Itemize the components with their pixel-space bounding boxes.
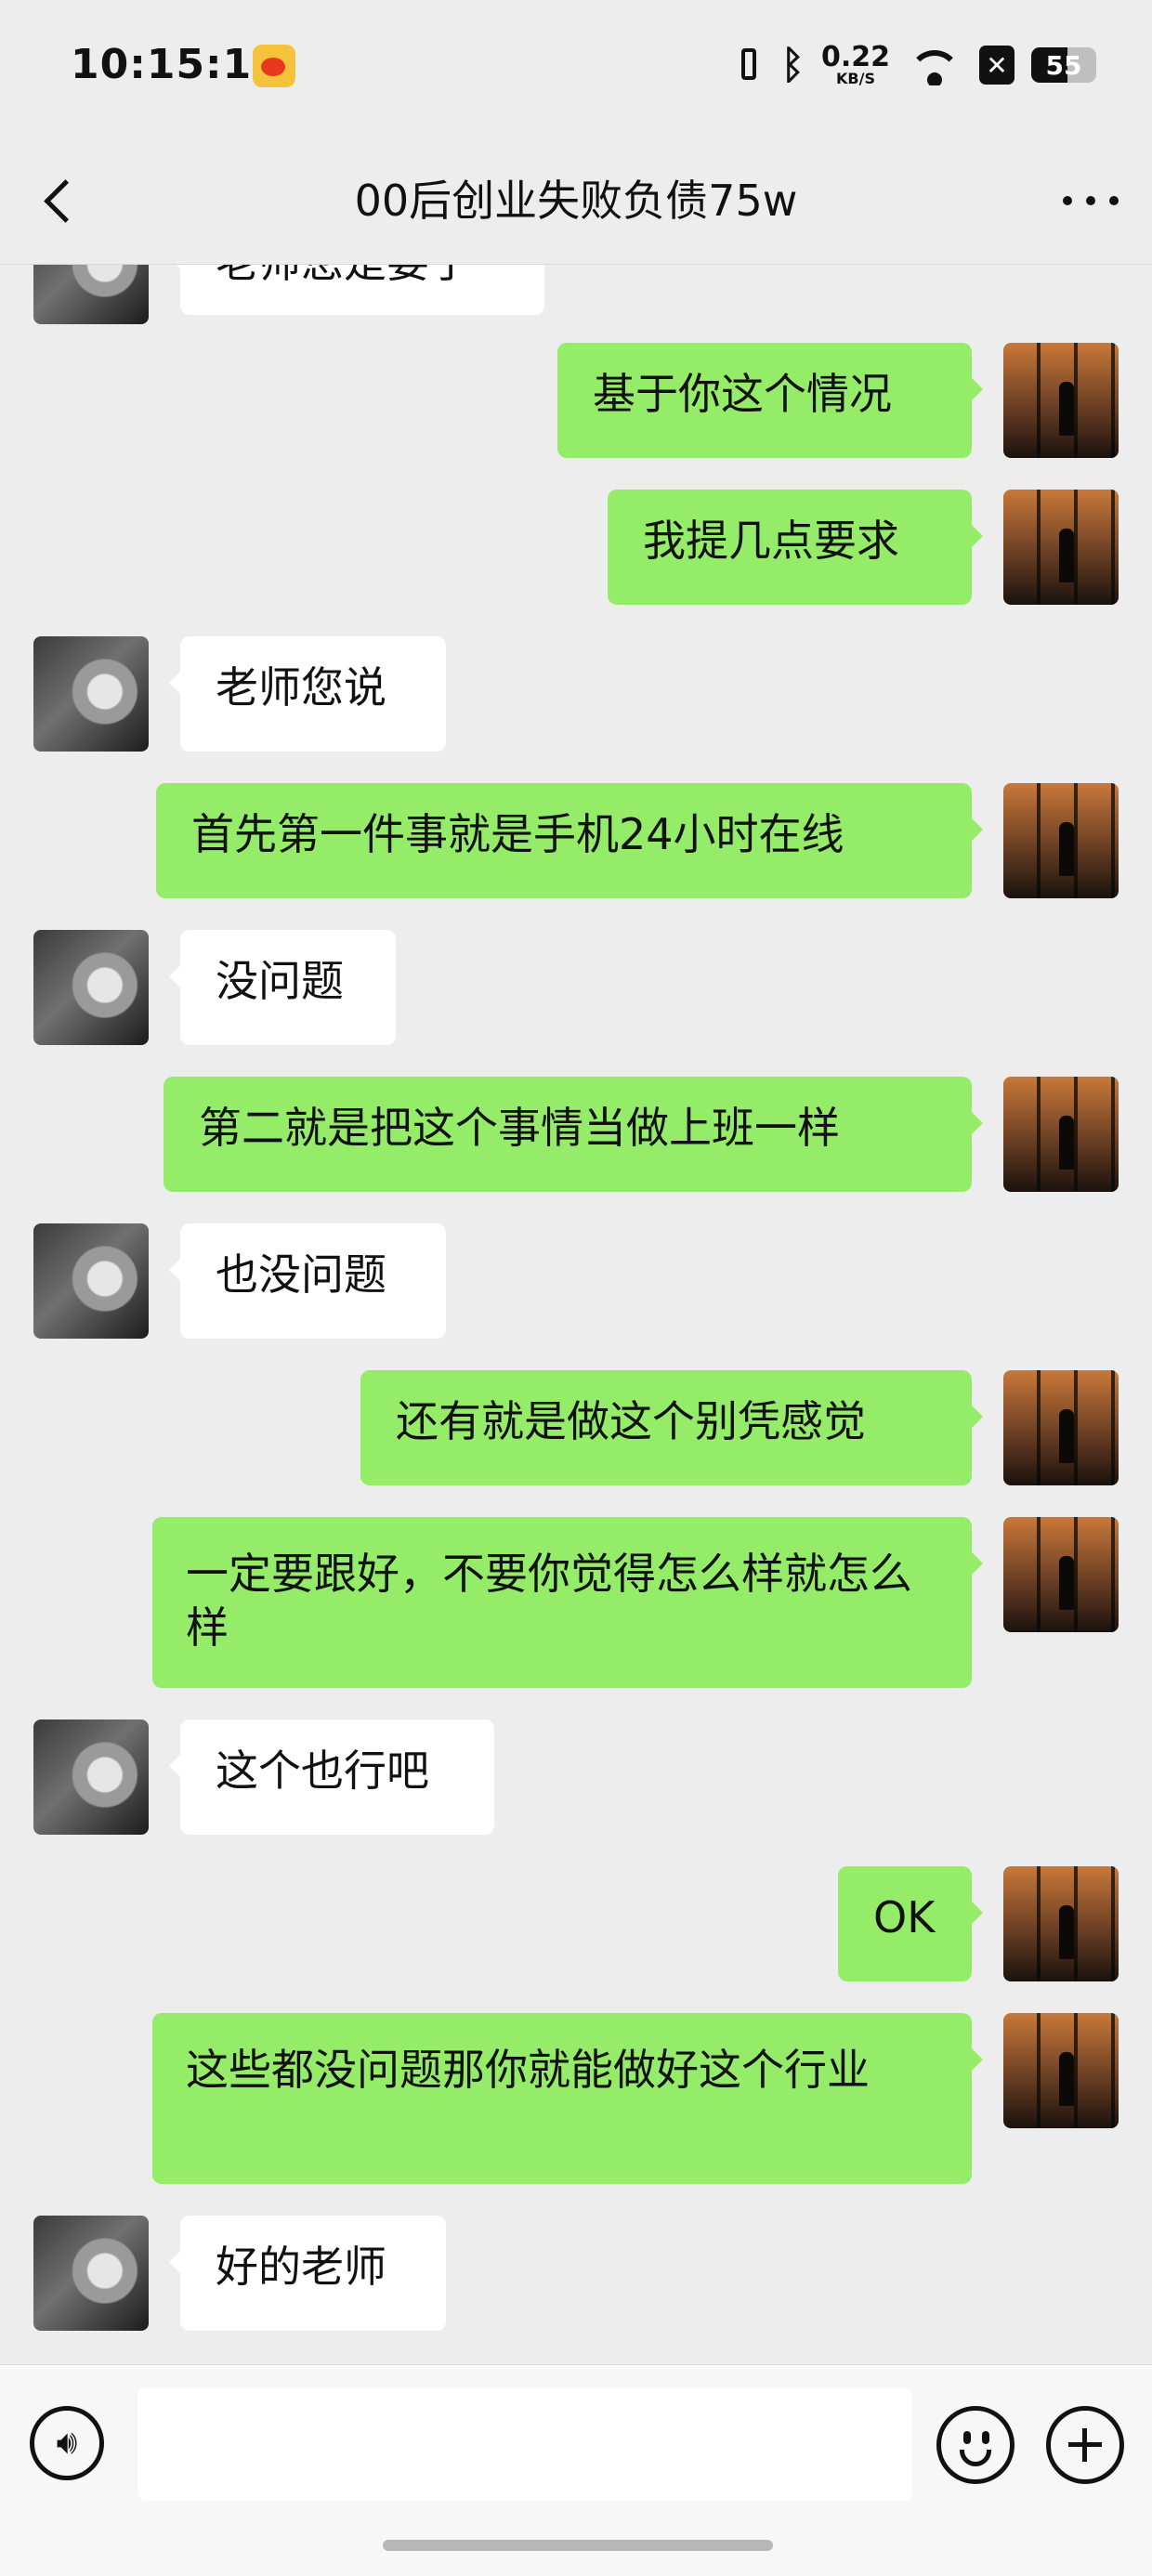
sent-message: 一定要跟好，不要你觉得怎么样就怎么样 (152, 1517, 983, 1688)
no-sim-icon: ✕ (979, 46, 1015, 85)
contact-avatar[interactable] (33, 930, 149, 1045)
message-input[interactable] (137, 2387, 912, 2501)
page-title: 00后创业失败负债75w (354, 176, 798, 226)
weibo-icon (253, 45, 295, 87)
received-message: 好的老师 (169, 2216, 446, 2331)
my-avatar[interactable] (1003, 490, 1119, 605)
home-indicator[interactable] (383, 2540, 773, 2551)
net-speed-value: 0.22 (820, 41, 890, 73)
my-avatar[interactable] (1003, 1866, 1119, 1981)
sent-message: 首先第一件事就是手机24小时在线 (156, 783, 983, 898)
vibrate-icon (733, 45, 765, 85)
sent-message: 基于你这个情况 (557, 343, 983, 458)
contact-avatar[interactable] (33, 1223, 149, 1339)
contact-avatar[interactable] (33, 1720, 149, 1835)
my-avatar[interactable] (1003, 1077, 1119, 1192)
my-avatar[interactable] (1003, 783, 1119, 898)
my-avatar[interactable] (1003, 1370, 1119, 1485)
sent-message: 我提几点要求 (608, 490, 983, 605)
sent-message: 第二就是把这个事情当做上班一样 (164, 1077, 983, 1192)
voice-icon[interactable]: 🔊︎ (30, 2406, 104, 2480)
sent-message: 这些都没问题那你就能做好这个行业 (152, 2013, 983, 2184)
net-speed-unit: KB/S (836, 70, 875, 87)
more-options-icon[interactable] (1063, 182, 1119, 219)
wifi-icon (907, 45, 962, 85)
sent-message: OK (838, 1866, 983, 1981)
received-message: 老师您说 (169, 636, 446, 752)
battery-icon: 55 (1031, 47, 1096, 83)
received-message: 也没问题 (169, 1223, 446, 1339)
received-message: 老师您是要了 (169, 265, 544, 315)
bluetooth-icon: ᛒ (780, 42, 805, 87)
emoji-icon[interactable] (936, 2406, 1015, 2484)
status-bar: 10:15:10 ᛒ 0.22 KB/S ✕ 55 (0, 0, 1152, 139)
sent-message: 还有就是做这个别凭感觉 (360, 1370, 983, 1485)
status-icons: ᛒ 0.22 KB/S ✕ 55 (733, 37, 1096, 93)
chat-header: 00后创业失败负债75w (0, 139, 1152, 265)
contact-avatar[interactable] (33, 636, 149, 752)
battery-level: 55 (1045, 49, 1082, 81)
plus-icon[interactable] (1046, 2406, 1124, 2484)
received-message: 没问题 (169, 930, 396, 1045)
contact-avatar[interactable] (33, 265, 149, 324)
my-avatar[interactable] (1003, 1517, 1119, 1632)
my-avatar[interactable] (1003, 343, 1119, 458)
status-time: 10:15:10 (71, 41, 281, 88)
my-avatar[interactable] (1003, 2013, 1119, 2128)
message-list[interactable]: 老师您是要了 基于你这个情况 我提几点要求 老师您说 首先第一件事就是手机24小… (0, 265, 1152, 2364)
received-message: 这个也行吧 (169, 1720, 494, 1835)
contact-avatar[interactable] (33, 2216, 149, 2331)
network-speed: 0.22 KB/S (821, 44, 890, 86)
